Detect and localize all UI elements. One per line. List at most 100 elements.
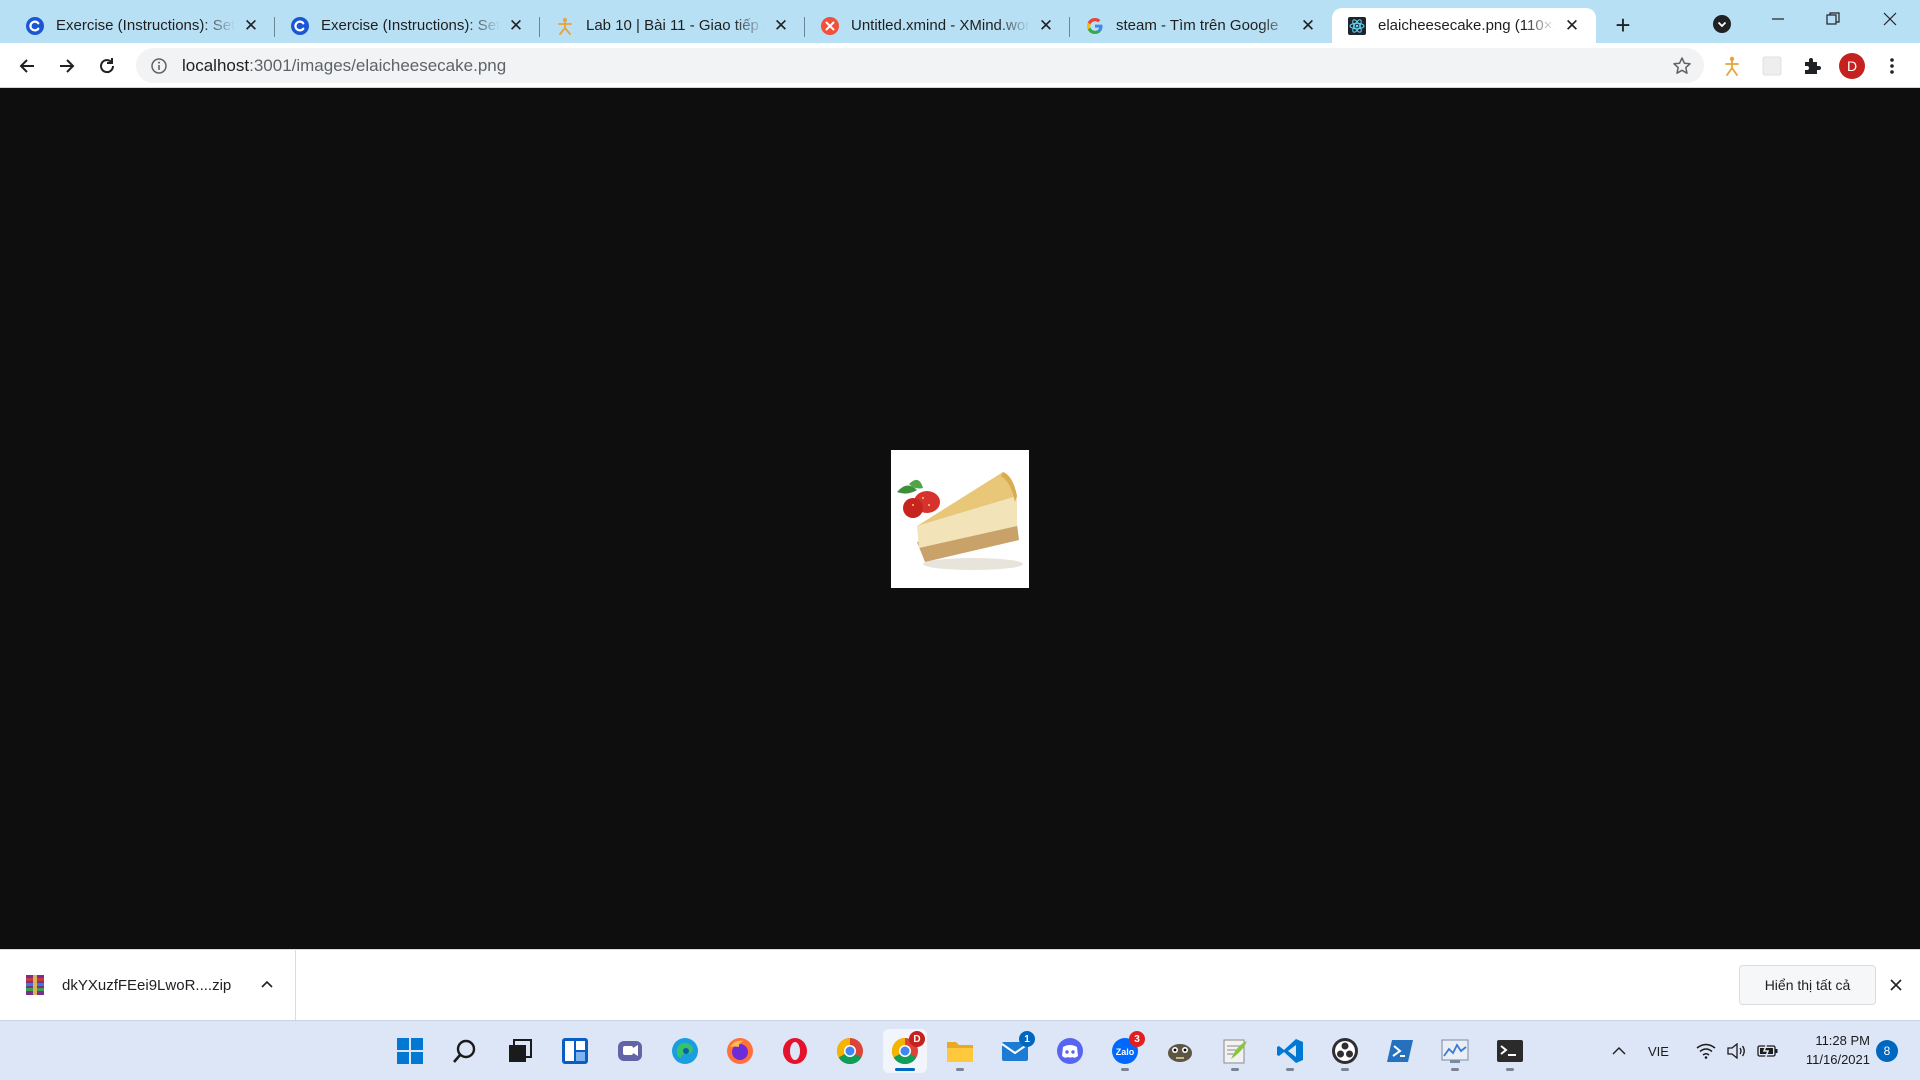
mail-badge: 1 — [1019, 1031, 1035, 1047]
tab-exercise-2[interactable]: Exercise (Instructions): Setting up ✕ — [275, 8, 540, 43]
mail-icon[interactable]: 1 — [993, 1029, 1037, 1073]
discord-icon[interactable] — [1048, 1029, 1092, 1073]
blank-extension-icon[interactable] — [1758, 52, 1786, 80]
minimize-icon — [1772, 18, 1784, 20]
avatar: D — [1839, 53, 1865, 79]
image-viewer — [0, 88, 1920, 949]
arrow-left-icon — [19, 59, 34, 73]
chrome-icon[interactable] — [828, 1029, 872, 1073]
profile-badge: D — [909, 1031, 925, 1047]
windows-start-icon[interactable] — [388, 1029, 432, 1073]
tab-title: Exercise (Instructions): Setting up — [321, 17, 500, 34]
reload-button[interactable] — [91, 50, 123, 82]
react-icon — [1348, 16, 1366, 35]
c-logo-icon — [26, 16, 44, 35]
running-indicator — [1121, 1068, 1129, 1071]
download-filename: dkYXuzfFEei9LwoR....zip — [62, 976, 232, 994]
more-vertical-icon — [1890, 58, 1894, 74]
search-icon[interactable] — [443, 1029, 487, 1073]
google-icon — [1086, 17, 1104, 35]
gimp-icon[interactable] — [1158, 1029, 1202, 1073]
close-tab-icon[interactable]: ✕ — [1036, 16, 1056, 36]
zalo-badge: 3 — [1129, 1031, 1145, 1047]
task-view-icon[interactable] — [498, 1029, 542, 1073]
close-tab-icon[interactable]: ✕ — [771, 16, 791, 36]
tab-search-button[interactable] — [1708, 10, 1736, 38]
tab-xmind[interactable]: Untitled.xmind - XMind.works ✕ — [805, 8, 1070, 43]
back-button[interactable] — [11, 50, 43, 82]
running-indicator — [956, 1068, 964, 1071]
close-window-button[interactable] — [1872, 4, 1908, 34]
show-all-downloads-button[interactable]: Hiển thị tất cả — [1739, 965, 1876, 1005]
clock-date: 11/16/2021 — [1805, 1052, 1870, 1067]
new-tab-button[interactable]: + — [1608, 10, 1638, 40]
address-bar[interactable]: localhost:3001/images/elaicheesecake.png — [136, 48, 1704, 83]
restore-icon — [1826, 12, 1840, 25]
tab-elaicheesecake[interactable]: elaicheesecake.png (110×110) ✕ — [1332, 8, 1596, 43]
widgets-icon[interactable] — [553, 1029, 597, 1073]
terminal-icon[interactable] — [1488, 1029, 1532, 1073]
opera-icon[interactable] — [773, 1029, 817, 1073]
extensions-puzzle-icon[interactable] — [1798, 52, 1826, 80]
teams-chat-icon[interactable] — [608, 1029, 652, 1073]
url-path: :3001/images/elaicheesecake.png — [249, 55, 507, 75]
close-tab-icon[interactable]: ✕ — [506, 16, 526, 36]
bookmark-star-icon[interactable] — [1670, 54, 1694, 78]
restore-button[interactable] — [1815, 4, 1851, 34]
battery-icon[interactable] — [1757, 1021, 1779, 1080]
notepad-plus-icon[interactable] — [1213, 1029, 1257, 1073]
running-indicator — [1341, 1068, 1349, 1071]
browser-menu-button[interactable] — [1878, 52, 1906, 80]
running-indicator — [1506, 1068, 1514, 1071]
profile-avatar-button[interactable]: D — [1838, 52, 1866, 80]
browser-toolbar: localhost:3001/images/elaicheesecake.png… — [0, 43, 1920, 88]
close-tab-icon[interactable]: ✕ — [241, 16, 261, 36]
chevron-up-icon — [1612, 1047, 1626, 1055]
tab-title: steam - Tìm trên Google — [1116, 17, 1279, 34]
download-item[interactable]: dkYXuzfFEei9LwoR....zip — [0, 950, 296, 1020]
zalo-icon[interactable]: Zalo 3 — [1103, 1029, 1147, 1073]
resource-monitor-icon[interactable] — [1433, 1029, 1477, 1073]
clock-time: 11:28 PM — [1815, 1033, 1870, 1048]
firefox-icon[interactable] — [718, 1029, 762, 1073]
close-icon — [1883, 12, 1897, 26]
close-icon — [1890, 979, 1902, 991]
obs-icon[interactable] — [1323, 1029, 1367, 1073]
running-indicator — [895, 1068, 915, 1071]
tab-title: Lab 10 | Bài 11 - Giao tiếp Client — [586, 17, 765, 34]
tab-lab-10[interactable]: Lab 10 | Bài 11 - Giao tiếp Client ✕ — [540, 8, 805, 43]
close-tab-icon[interactable]: ✕ — [1298, 16, 1318, 36]
chevron-up-icon[interactable] — [257, 974, 277, 994]
running-indicator — [1286, 1068, 1294, 1071]
running-indicator — [1231, 1068, 1239, 1071]
volume-icon[interactable] — [1726, 1021, 1746, 1080]
running-indicator — [1451, 1068, 1459, 1071]
edge-icon[interactable] — [663, 1029, 707, 1073]
close-tab-icon[interactable]: ✕ — [1562, 16, 1582, 36]
tab-google-search[interactable]: steam - Tìm trên Google ✕ — [1070, 8, 1332, 43]
reload-icon — [100, 58, 115, 74]
tab-title: elaicheesecake.png (110×110) — [1378, 17, 1556, 34]
tab-title: Untitled.xmind - XMind.works — [851, 17, 1030, 34]
tab-title: Exercise (Instructions): Setting up — [56, 17, 235, 34]
winrar-archive-icon — [26, 975, 44, 995]
chrome-profile-icon[interactable]: D — [883, 1029, 927, 1073]
system-clock[interactable]: 11:28 PM 11/16/2021 — [1790, 1031, 1870, 1069]
close-shelf-button[interactable] — [1884, 973, 1908, 997]
url-text: localhost:3001/images/elaicheesecake.png — [182, 56, 506, 76]
url-host: localhost — [182, 55, 250, 75]
forward-button[interactable] — [51, 50, 83, 82]
wifi-icon[interactable] — [1696, 1021, 1716, 1080]
show-hidden-icons-button[interactable] — [1606, 1021, 1632, 1080]
site-info-icon[interactable] — [148, 55, 170, 77]
vscode-icon[interactable] — [1268, 1029, 1312, 1073]
stick-figure-extension-icon[interactable] — [1718, 52, 1746, 80]
file-explorer-icon[interactable] — [938, 1029, 982, 1073]
cheesecake-image[interactable] — [891, 450, 1029, 588]
powershell-icon[interactable] — [1378, 1029, 1422, 1073]
minimize-button[interactable] — [1760, 4, 1796, 34]
stick-figure-icon — [556, 17, 574, 35]
notification-badge[interactable]: 8 — [1876, 1040, 1898, 1062]
tab-exercise-1[interactable]: Exercise (Instructions): Setting up ✕ — [10, 8, 275, 43]
input-language[interactable]: VIE — [1648, 1021, 1669, 1080]
